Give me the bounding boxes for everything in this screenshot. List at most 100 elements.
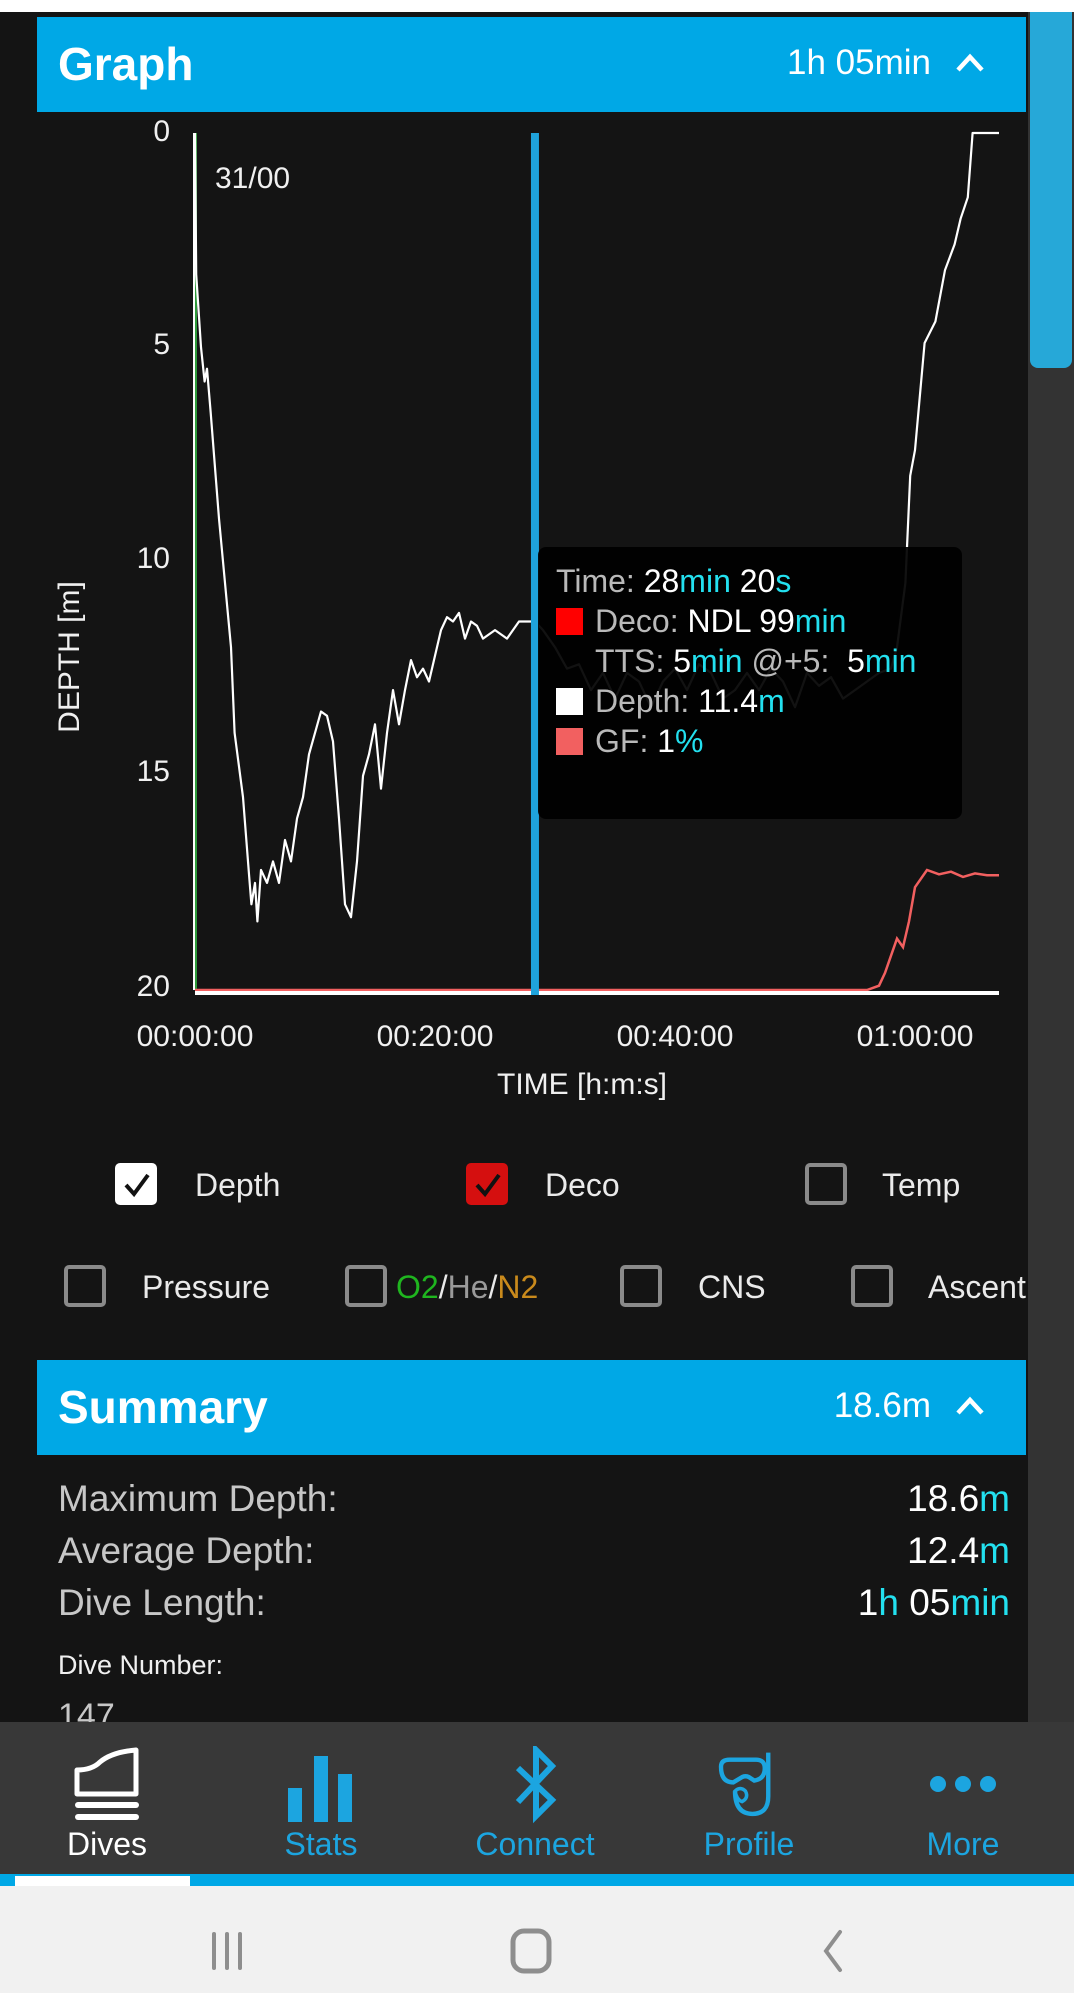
unit: m xyxy=(758,683,785,719)
dives-icon xyxy=(74,1747,139,1820)
tab-active-indicator xyxy=(15,1876,190,1886)
toggle-depth-label[interactable]: Depth xyxy=(195,1167,280,1204)
checkmark-icon xyxy=(124,1173,150,1198)
chevron-up-icon[interactable] xyxy=(950,43,990,83)
toggle-ascent-label[interactable]: Ascent xyxy=(928,1269,1026,1306)
toggle-ascent-label-clip: Ascent xyxy=(928,1269,1028,1313)
unit: min xyxy=(794,603,847,639)
summary-section-max-depth: 18.6m xyxy=(833,1386,931,1425)
unit: s xyxy=(775,563,792,599)
summary-label: Maximum Depth: xyxy=(58,1478,338,1519)
summary-row-dive-length: Dive Length: 1h 05min xyxy=(58,1582,1010,1624)
tab-connect-label: Connect xyxy=(475,1826,595,1862)
home-icon[interactable] xyxy=(508,1928,558,1976)
summary-row-avg-depth: Average Depth: 12.4m xyxy=(58,1530,1010,1572)
unit: m xyxy=(979,1530,1010,1571)
dive-number-label: Dive Number: xyxy=(58,1650,224,1680)
tab-profile-label: Profile xyxy=(703,1826,795,1862)
he-text: He xyxy=(447,1269,489,1305)
unit: min xyxy=(950,1582,1010,1623)
value-number: 1 xyxy=(857,1582,879,1623)
tab-dives[interactable]: Dives xyxy=(0,1722,214,1872)
tooltip-gf-value: 1 xyxy=(657,723,676,759)
unit: min xyxy=(864,643,917,679)
dive-number-value: 147 xyxy=(58,1697,115,1722)
tooltip-depth: Depth: 11.4m xyxy=(556,683,785,720)
tooltip-tts-plus-label: @+5: xyxy=(742,643,848,679)
x-tick-label: 01:00:00 xyxy=(856,1020,974,1053)
tooltip-deco-label: Deco: xyxy=(595,603,688,639)
tooltip-time: Time: 28min 20s xyxy=(556,563,791,600)
tab-profile[interactable]: Profile xyxy=(642,1722,856,1872)
bar-chart-icon xyxy=(288,1756,352,1822)
recent-apps-icon[interactable] xyxy=(208,1930,248,1974)
toggle-deco-label[interactable]: Deco xyxy=(545,1167,620,1204)
value-number: 18.6 xyxy=(907,1478,980,1519)
checkmark-icon xyxy=(475,1173,501,1198)
x-tick-label: 00:00:00 xyxy=(136,1020,254,1053)
unit: h xyxy=(878,1582,899,1623)
x-axis-label: TIME [h:m:s] xyxy=(497,1068,668,1101)
toggle-temp-checkbox[interactable] xyxy=(805,1163,847,1205)
tooltip-tts-value: 5 xyxy=(673,643,692,679)
toggle-pressure-label[interactable]: Pressure xyxy=(142,1269,270,1306)
graph-section-title: Graph xyxy=(58,38,194,90)
snorkel-mask-icon xyxy=(718,1752,771,1817)
deco-swatch-icon xyxy=(556,608,583,635)
bottom-tab-bar: Dives Stats Connect Profile More xyxy=(0,1722,1074,1882)
separator-text: / xyxy=(438,1269,448,1305)
gas-mix-label: 31/00 xyxy=(215,162,291,195)
tab-connect[interactable]: Connect xyxy=(428,1722,642,1872)
chart-tooltip: Time: 28min 20s Deco: NDL 99min TTS: 5mi… xyxy=(538,547,962,819)
summary-value: 12.4m xyxy=(907,1530,1010,1572)
tooltip-gf-label: GF: xyxy=(595,723,658,759)
summary-row-max-depth: Maximum Depth: 18.6m xyxy=(58,1478,1010,1520)
toggle-cns-label[interactable]: CNS xyxy=(698,1269,766,1306)
tab-dives-label: Dives xyxy=(66,1826,147,1862)
gf-series-line xyxy=(195,868,999,992)
depth-swatch-icon xyxy=(556,688,583,715)
toggle-temp-label[interactable]: Temp xyxy=(882,1167,960,1204)
toggle-pressure-checkbox[interactable] xyxy=(64,1265,106,1307)
summary-section-title: Summary xyxy=(58,1381,268,1433)
toggle-depth-checkbox[interactable] xyxy=(115,1163,157,1205)
tab-more-label: More xyxy=(926,1826,1000,1862)
tooltip-time-min: 28 xyxy=(643,563,680,599)
tab-more[interactable]: More xyxy=(856,1722,1070,1872)
tooltip-gf: GF: 1% xyxy=(556,723,703,760)
summary-label: Dive Length: xyxy=(58,1582,266,1623)
x-tick-label: 00:20:00 xyxy=(376,1020,494,1053)
o2-text: O2 xyxy=(396,1269,439,1305)
summary-section-header[interactable]: Summary 18.6m xyxy=(37,1360,1026,1455)
n2-text: N2 xyxy=(497,1269,539,1305)
summary-value: 18.6m xyxy=(907,1478,1010,1520)
graph-section-duration: 1h 05min xyxy=(787,43,931,82)
unit: min xyxy=(679,563,731,599)
unit: % xyxy=(675,723,704,759)
tab-stats-label: Stats xyxy=(284,1826,358,1862)
chevron-up-icon[interactable] xyxy=(950,1386,990,1426)
more-dots-icon xyxy=(930,1776,996,1792)
tooltip-time-label: Time: xyxy=(556,563,644,599)
dive-number-clip: 147 xyxy=(58,1692,358,1722)
toggle-cns-checkbox[interactable] xyxy=(620,1265,662,1307)
summary-value: 1h 05min xyxy=(858,1582,1010,1624)
back-icon[interactable] xyxy=(818,1928,848,1974)
unit: min xyxy=(691,643,743,679)
toggle-gas-mix-label[interactable]: O2/He/N2 xyxy=(396,1269,538,1306)
toggle-deco-checkbox[interactable] xyxy=(466,1163,508,1205)
tooltip-tts-label: TTS: xyxy=(595,643,674,679)
tooltip-deco-value: NDL 99 xyxy=(687,603,795,639)
graph-section-header[interactable]: Graph 1h 05min xyxy=(37,17,1026,112)
tab-stats[interactable]: Stats xyxy=(214,1722,428,1872)
x-tick-label: 00:40:00 xyxy=(616,1020,734,1053)
toggle-ascent-checkbox[interactable] xyxy=(851,1265,893,1307)
toggle-gas-mix-checkbox[interactable] xyxy=(345,1265,387,1307)
tooltip-time-sec: 20 xyxy=(730,563,776,599)
tooltip-tts-plus-value: 5 xyxy=(847,643,865,679)
tooltip-depth-label: Depth: xyxy=(595,683,699,719)
scrollbar-thumb[interactable] xyxy=(1030,12,1072,368)
bluetooth-icon xyxy=(515,1746,557,1824)
tooltip-tts: TTS: 5min @+5: 5min xyxy=(595,643,916,680)
unit: m xyxy=(979,1478,1010,1519)
